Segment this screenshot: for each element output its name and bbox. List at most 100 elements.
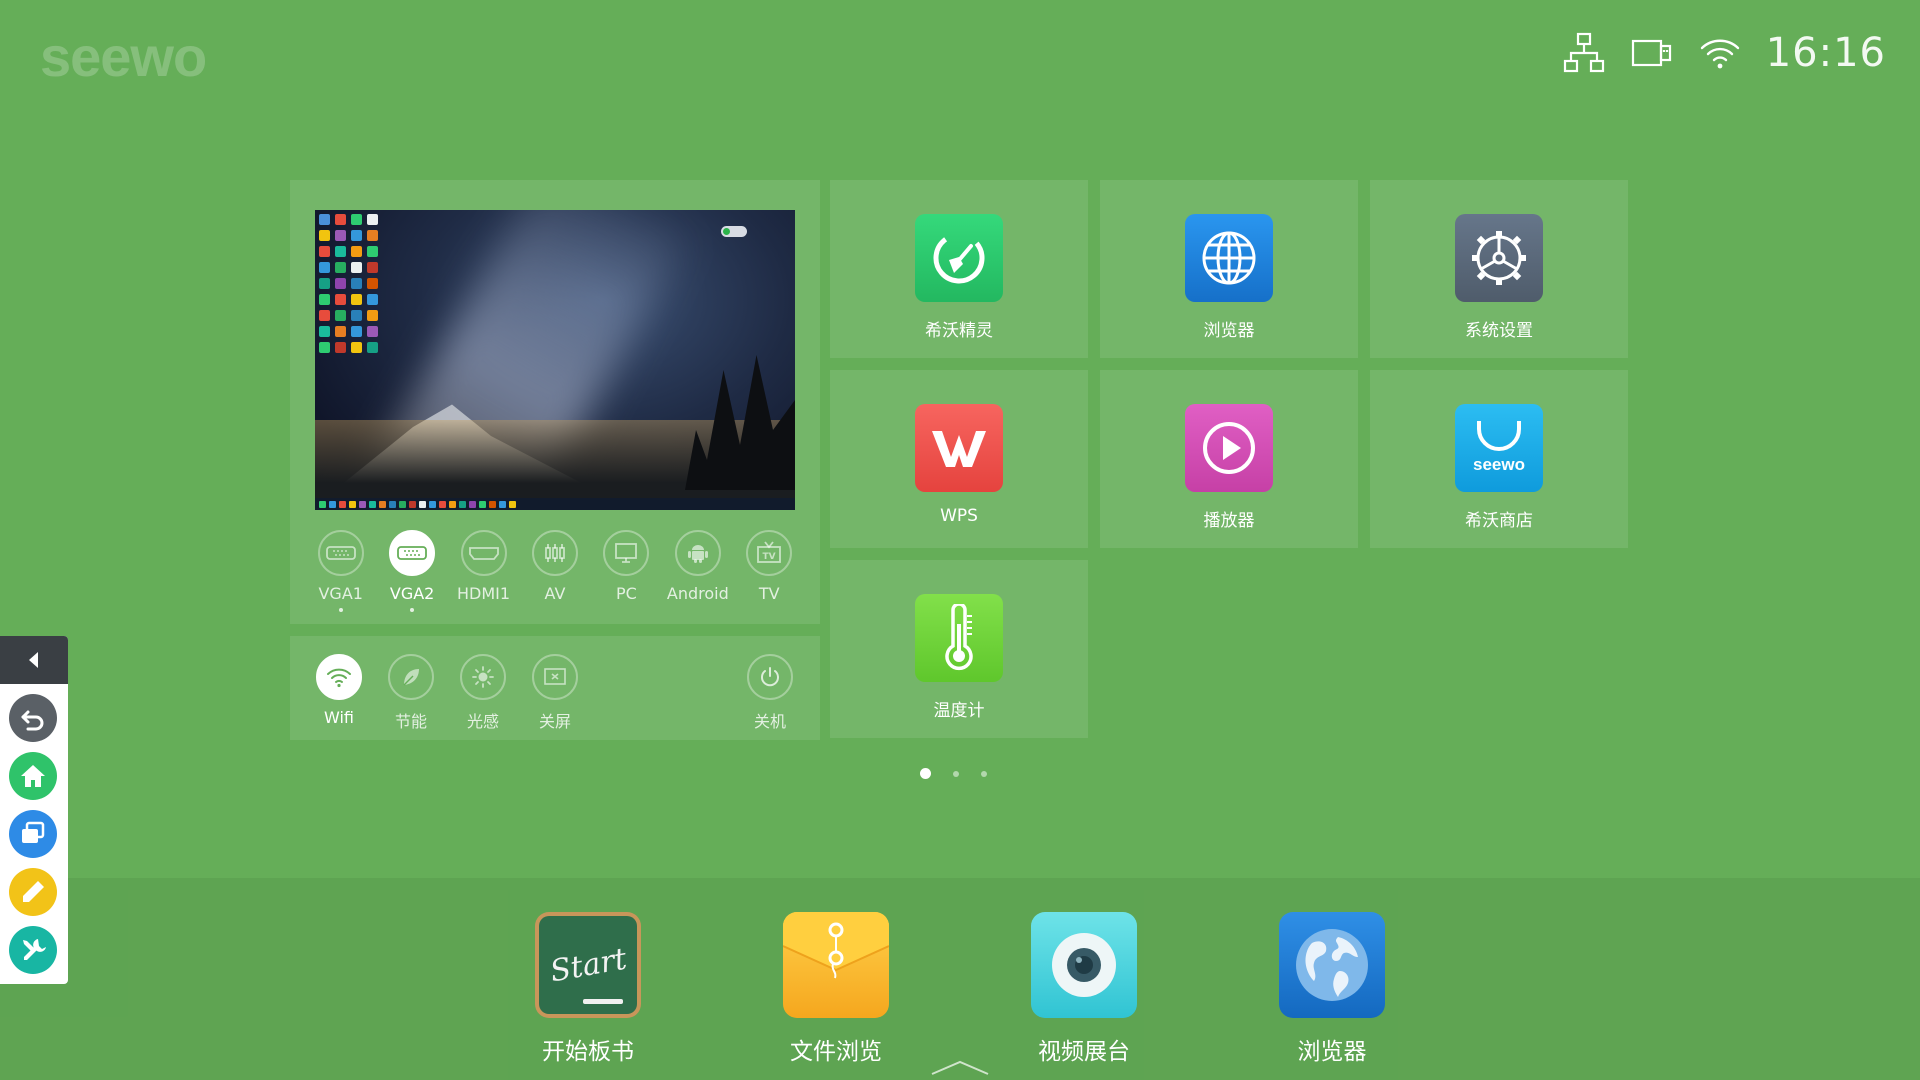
dock-video-presenter[interactable]: 视频展台 (1014, 912, 1154, 1066)
screen-off-icon (532, 654, 578, 700)
status-bar: 16:16 (1538, 30, 1886, 76)
dock-label: 开始板书 (542, 1039, 634, 1065)
floating-sidebar (0, 636, 68, 984)
app-label: 浏览器 (1203, 321, 1255, 341)
screen-off-button[interactable]: 关屏 (519, 654, 591, 732)
folder-envelope-icon (783, 912, 889, 1018)
cleaner-broom-icon (915, 214, 1003, 302)
source-label: TV (758, 584, 780, 603)
thermometer-icon (915, 594, 1003, 682)
source-vga1[interactable]: VGA1 (305, 530, 376, 612)
app-thermometer[interactable]: 温度计 (830, 560, 1088, 738)
light-sensor-toggle[interactable]: 光感 (447, 654, 519, 732)
light-sensor-label: 光感 (466, 712, 499, 731)
play-icon (1185, 404, 1273, 492)
usb-drive-icon (1631, 39, 1671, 67)
power-icon (747, 654, 793, 700)
source-signal-dot (410, 608, 415, 612)
seewo-logo: seewo (40, 25, 207, 88)
settings-gear-icon (1455, 214, 1543, 302)
dock-browser[interactable]: 浏览器 (1262, 912, 1402, 1066)
source-label: Android (666, 584, 729, 603)
page-indicator (920, 768, 987, 779)
bottom-dock (0, 878, 1920, 1080)
sun-icon (460, 654, 506, 700)
power-off-button[interactable]: 关机 (734, 654, 806, 732)
blackboard-text: Start (547, 941, 629, 989)
hdmi-port-icon (460, 530, 507, 576)
pc-icon (603, 530, 650, 576)
chevron-left-icon (29, 652, 38, 668)
earth-globe-icon (1279, 912, 1385, 1018)
sidebar-back-button[interactable] (9, 694, 57, 742)
source-pc[interactable]: PC (591, 530, 662, 612)
source-label: PC (615, 584, 637, 603)
source-hdmi1[interactable]: HDMI1 (448, 530, 519, 612)
app-browser[interactable]: 浏览器 (1100, 180, 1358, 358)
source-android[interactable]: Android (662, 530, 733, 612)
camera-lens-icon (1031, 912, 1137, 1018)
desktop-taskbar-thumbnail (315, 498, 795, 510)
dock-file-browser[interactable]: 文件浏览 (766, 912, 906, 1066)
app-label: 希沃商店 (1465, 511, 1533, 531)
home-icon (21, 765, 45, 787)
dock-label: 文件浏览 (790, 1039, 882, 1065)
source-preview[interactable] (315, 210, 795, 510)
wps-icon (915, 404, 1003, 492)
app-player[interactable]: 播放器 (1100, 370, 1358, 548)
source-signal-dot (338, 608, 343, 612)
store-icon-text: seewo (1473, 455, 1525, 474)
screen-off-label: 关屏 (538, 712, 571, 731)
app-label: WPS (940, 506, 978, 526)
source-tv[interactable]: TV TV (734, 530, 805, 612)
source-vga2[interactable]: VGA2 (376, 530, 447, 612)
sidebar-tools-button[interactable] (9, 926, 57, 974)
wifi-toggle[interactable]: Wifi (303, 654, 375, 727)
app-label: 希沃精灵 (925, 321, 993, 341)
app-seewo-store[interactable]: seewo 希沃商店 (1370, 370, 1628, 548)
power-off-label: 关机 (753, 712, 786, 731)
pen-icon (23, 881, 44, 902)
leaf-icon (388, 654, 434, 700)
windows-icon (22, 821, 45, 843)
wifi-icon (1700, 39, 1739, 69)
source-label: AV (544, 584, 566, 603)
app-label: 温度计 (933, 701, 985, 721)
shopping-bag-icon: seewo (1455, 404, 1543, 492)
network-icon (1563, 32, 1604, 73)
eco-mode-toggle[interactable]: 节能 (375, 654, 447, 732)
page-dot-3[interactable] (981, 770, 987, 777)
source-av[interactable]: AV (519, 530, 590, 612)
app-wps[interactable]: WPS (830, 370, 1088, 548)
blackboard-icon: Start (535, 912, 641, 1018)
tv-icon: TV (746, 530, 793, 576)
app-seewo-assistant[interactable]: 希沃精灵 (830, 180, 1088, 358)
globe-icon (1185, 214, 1273, 302)
app-label: 播放器 (1203, 511, 1255, 531)
page-dot-1[interactable] (920, 768, 931, 779)
dock-label: 浏览器 (1297, 1039, 1367, 1065)
vga-port-icon (317, 530, 364, 576)
svg-text:TV: TV (763, 552, 776, 562)
android-icon (674, 530, 721, 576)
app-label: 系统设置 (1465, 321, 1533, 341)
expand-dock-chevron-icon[interactable] (930, 1058, 990, 1076)
eco-label: 节能 (394, 712, 427, 731)
dock-start-board[interactable]: Start 开始板书 (518, 912, 658, 1066)
sidebar-collapse-button[interactable] (0, 636, 68, 684)
wifi-icon (316, 654, 362, 700)
dock-label: 视频展台 (1038, 1039, 1130, 1065)
vga-port-icon (389, 530, 436, 576)
sidebar-pen-button[interactable] (9, 868, 57, 916)
source-selector: VGA1 VGA2 HDMI1 AV PC Android TV TV (305, 530, 805, 612)
desktop-icons-thumbnail (319, 214, 389, 353)
app-system-settings[interactable]: 系统设置 (1370, 180, 1628, 358)
sidebar-windows-button[interactable] (9, 810, 57, 858)
tools-icon (23, 939, 46, 960)
source-label: VGA2 (389, 584, 435, 603)
back-arrow-icon (21, 710, 44, 731)
av-port-icon (531, 530, 578, 576)
page-dot-2[interactable] (953, 770, 959, 777)
source-label: VGA1 (318, 584, 363, 603)
sidebar-home-button[interactable] (9, 752, 57, 800)
